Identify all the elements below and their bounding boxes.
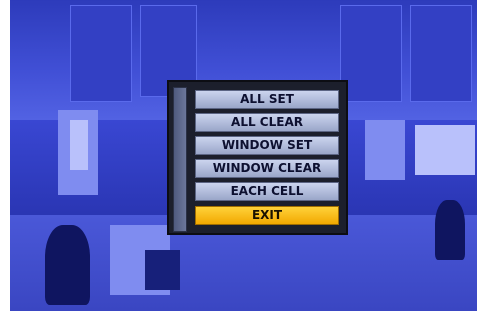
background-person <box>45 225 90 305</box>
background-poster <box>415 125 475 175</box>
menu-item-each-cell[interactable]: EACH CELL <box>195 182 339 201</box>
background-stand <box>365 120 405 180</box>
menu-item-all-clear[interactable]: ALL CLEAR <box>195 113 339 132</box>
background-window <box>340 5 402 102</box>
background-banner <box>70 120 88 170</box>
background-window <box>410 5 472 102</box>
background-monitor <box>145 250 180 290</box>
menu-item-window-clear[interactable]: WINDOW CLEAR <box>195 159 339 178</box>
menu-item-exit[interactable]: EXIT <box>195 206 339 225</box>
background-window <box>70 5 132 102</box>
menu-item-window-set[interactable]: WINDOW SET <box>195 136 339 155</box>
background-person <box>435 200 465 260</box>
menu-item-all-set[interactable]: ALL SET <box>195 90 339 109</box>
mask-menu: ALL SET ALL CLEAR WINDOW SET WINDOW CLEA… <box>167 80 348 235</box>
menu-side-bar <box>173 87 187 232</box>
